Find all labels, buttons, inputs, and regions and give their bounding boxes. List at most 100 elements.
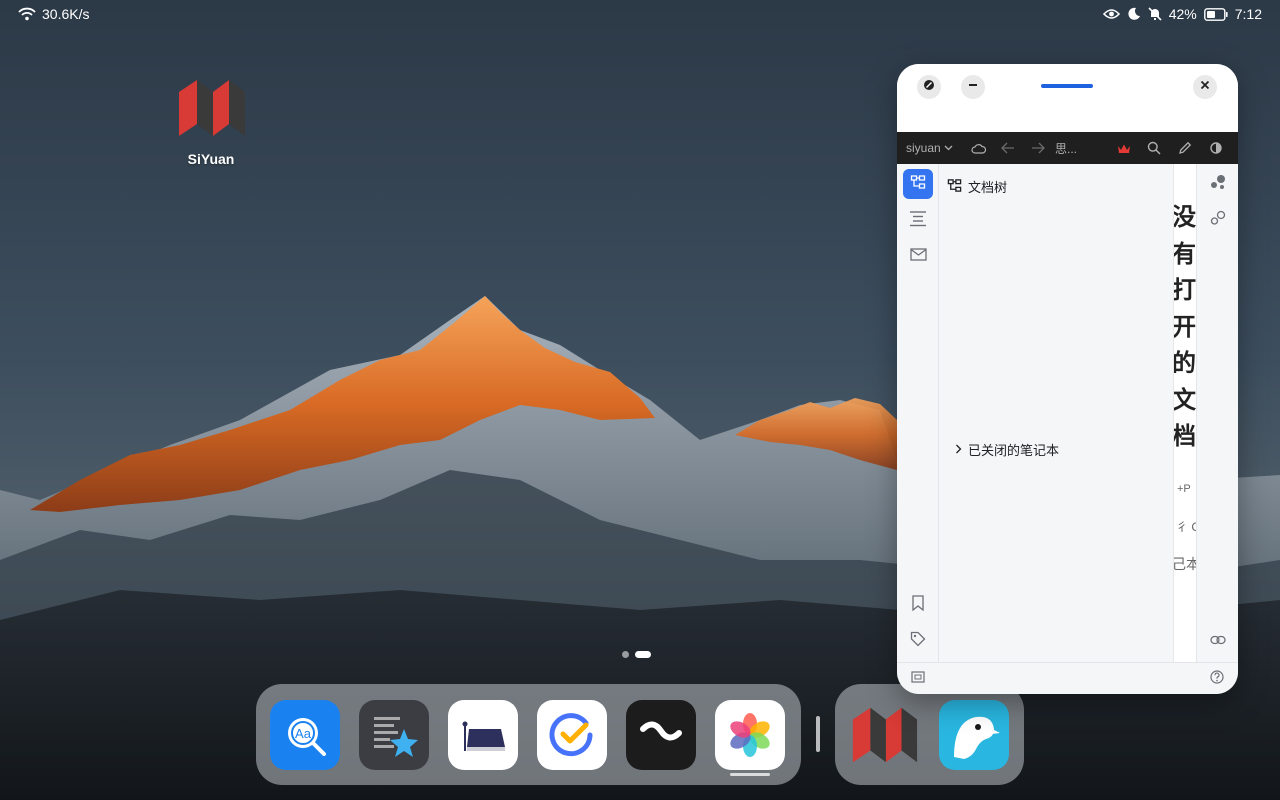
dock-app-notes[interactable] [359, 699, 429, 770]
running-indicator [730, 772, 770, 776]
dock-app-wave[interactable] [626, 699, 696, 770]
file-tree-title: 文档树 [968, 180, 1008, 195]
moon-icon [1127, 7, 1141, 21]
file-tree-tab[interactable] [903, 169, 933, 199]
workspace-label: siyuan [906, 141, 941, 155]
link-icon [1210, 632, 1226, 650]
expand-icon [923, 78, 935, 96]
closed-notebooks-label: 已关闭的笔记本 [968, 443, 1060, 458]
mail-icon [909, 248, 927, 266]
close-window-button[interactable] [1193, 75, 1217, 99]
editor-area: 没有打开的文档 +P 彳 C 己本 [1173, 164, 1197, 663]
recent-apps-dock [835, 684, 1024, 785]
crown-icon [1117, 143, 1131, 154]
battery-icon [1203, 7, 1228, 21]
bell-off-icon [1148, 7, 1162, 21]
global-graph-tab[interactable] [1207, 209, 1229, 231]
editor-hint-2[interactable]: 彳 C [1176, 518, 1197, 535]
search-icon [1147, 141, 1161, 155]
gallery-flower-icon [724, 709, 776, 761]
left-dock [897, 164, 939, 663]
desktop-app-label: SiYuan [187, 151, 235, 167]
wifi-icon [18, 7, 36, 21]
backlinks-tab[interactable] [1207, 630, 1229, 652]
inbox-tab[interactable] [903, 242, 933, 272]
workspace-body: 文档树 已关闭的笔记本 没有打开的文档 +P 彳 C 己本 [897, 164, 1238, 663]
empty-editor-title: 没有打开的文档 [1173, 204, 1196, 450]
minimize-button[interactable] [961, 75, 985, 99]
pencil-icon [1178, 141, 1192, 155]
bookmark-tab[interactable] [903, 590, 933, 620]
chevron-right-icon [955, 442, 962, 457]
siyuan-logo-icon [849, 705, 919, 765]
global-graph-icon [1210, 210, 1226, 231]
recent-app-siyuan[interactable] [849, 700, 919, 770]
editor-hint-1[interactable]: +P [1177, 483, 1191, 495]
closed-notebooks-toggle[interactable]: 已关闭的笔记本 [955, 440, 1059, 459]
dictionary-icon: Aa [279, 709, 331, 761]
clock: 7:12 [1234, 6, 1262, 22]
battery-percent: 42% [1168, 6, 1197, 22]
frame-icon [911, 670, 925, 688]
app-toolbar: siyuan 思... [897, 132, 1238, 164]
graph-view-tab[interactable] [1207, 173, 1229, 195]
breadcrumb[interactable]: 思... [1055, 132, 1077, 164]
desktop-app-siyuan[interactable]: SiYuan [172, 78, 250, 167]
recent-app-kiwi[interactable] [939, 699, 1009, 770]
kiwi-browser-icon [946, 707, 1002, 763]
svg-text:Aa: Aa [295, 726, 312, 741]
help-icon [1210, 669, 1224, 689]
fullscreen-button[interactable] [917, 75, 941, 99]
outline-icon [909, 210, 927, 232]
dock-toggle-button[interactable] [908, 669, 928, 689]
dock-app-ticktick[interactable] [537, 699, 607, 770]
page-dot-2[interactable] [635, 651, 651, 658]
window-drag-handle[interactable] [1041, 84, 1093, 88]
reader-icon [455, 707, 511, 763]
arrow-right-icon [1031, 142, 1045, 154]
vip-button[interactable] [1115, 132, 1133, 164]
floating-window: siyuan 思... 文档树 已关闭的笔记本 没有打开的文档 +P 彳 己 [897, 64, 1238, 694]
graph-icon [1210, 174, 1226, 195]
tag-icon [910, 631, 926, 652]
editor-hint-3[interactable]: 己本 [1174, 554, 1197, 574]
sync-button[interactable] [968, 132, 988, 164]
dock-separator [816, 716, 820, 752]
forward-button[interactable] [1029, 132, 1047, 164]
page-dot-1[interactable] [622, 651, 629, 658]
minus-icon [967, 78, 979, 96]
edit-mode-button[interactable] [1176, 132, 1194, 164]
tag-tab[interactable] [903, 626, 933, 656]
window-header [897, 64, 1238, 132]
theme-button[interactable] [1207, 132, 1225, 164]
dock: Aa [256, 684, 801, 785]
search-button[interactable] [1145, 132, 1163, 164]
eye-icon [1102, 8, 1120, 20]
contrast-icon [1209, 141, 1223, 155]
wave-app-icon [635, 709, 687, 761]
status-bar-right: 42% 7:12 [1102, 6, 1262, 22]
close-icon [1199, 78, 1211, 96]
workspace-menu[interactable]: siyuan [906, 132, 953, 164]
bottom-status-bar [897, 662, 1238, 694]
outline-tab[interactable] [903, 206, 933, 236]
dock-app-reader[interactable] [448, 699, 518, 770]
chevron-down-icon [944, 145, 953, 151]
cloud-icon [970, 143, 986, 154]
dock-app-gallery[interactable] [715, 699, 785, 776]
help-button[interactable] [1207, 669, 1227, 689]
network-speed: 30.6K/s [42, 6, 90, 22]
back-button[interactable] [999, 132, 1017, 164]
bookmark-icon [912, 594, 924, 616]
page-indicator[interactable] [622, 651, 651, 658]
right-dock [1196, 164, 1238, 663]
dock-app-dictionary[interactable]: Aa [270, 699, 340, 770]
notes-star-icon [366, 707, 422, 763]
ticktick-icon [546, 709, 598, 761]
file-tree-panel: 文档树 已关闭的笔记本 [939, 164, 1173, 663]
arrow-left-icon [1001, 142, 1015, 154]
status-bar-left: 30.6K/s [18, 6, 89, 22]
file-tree-header: 文档树 [947, 177, 1007, 196]
file-tree-icon [910, 174, 926, 195]
breadcrumb-label: 思... [1055, 141, 1078, 156]
